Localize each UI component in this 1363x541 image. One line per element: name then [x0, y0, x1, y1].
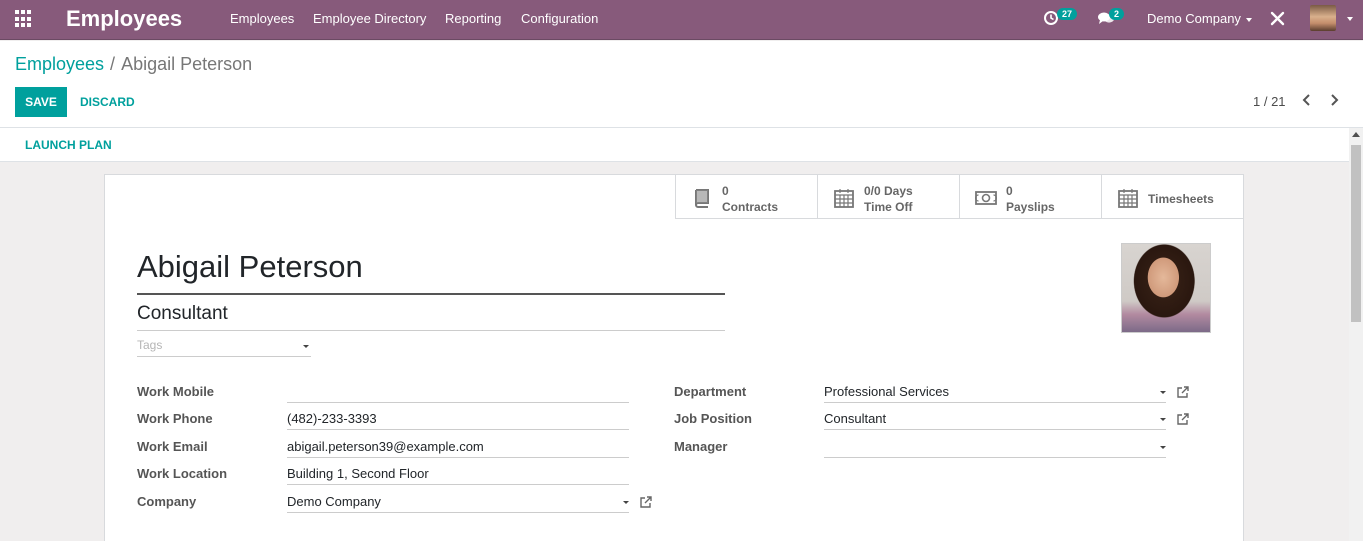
smart-button-box: 0 Contracts 0/0 Days Time Off 0 Payslips…	[675, 175, 1244, 219]
menu-configuration[interactable]: Configuration	[521, 11, 598, 26]
company-value: Demo Company	[287, 494, 381, 509]
company-switcher[interactable]: Demo Company	[1147, 11, 1252, 26]
chevron-left-icon	[1302, 94, 1310, 106]
pager-previous-button[interactable]	[1298, 90, 1316, 110]
user-avatar[interactable]	[1310, 5, 1336, 31]
messages-badge: 2	[1109, 8, 1125, 20]
chevron-down-icon	[303, 345, 309, 348]
debug-tools-button[interactable]	[1270, 11, 1285, 29]
tags-placeholder: Tags	[137, 338, 163, 352]
scroll-thumb[interactable]	[1351, 145, 1361, 322]
chevron-down-icon[interactable]	[1160, 446, 1166, 449]
breadcrumb-current: Abigail Peterson	[121, 54, 253, 74]
user-menu-chevron-icon[interactable]	[1347, 17, 1353, 21]
chevron-down-icon[interactable]	[1160, 391, 1166, 394]
menu-employees[interactable]: Employees	[230, 11, 294, 26]
activity-badge: 27	[1057, 8, 1078, 20]
work-phone-input[interactable]: (482)-233-3393	[287, 408, 629, 430]
page-scrollbar[interactable]	[1349, 128, 1363, 541]
department-label: Department	[674, 384, 747, 399]
department-select[interactable]: Professional Services	[824, 381, 1166, 403]
job-position-label: Job Position	[674, 411, 752, 426]
payslips-label: Payslips	[1006, 200, 1055, 214]
company-select[interactable]: Demo Company	[287, 491, 629, 513]
scroll-up-arrow-icon[interactable]	[1352, 132, 1360, 137]
employee-name-field[interactable]: Abigail Peterson	[137, 249, 725, 295]
chevron-down-icon	[1245, 17, 1252, 22]
work-mobile-label: Work Mobile	[137, 384, 215, 399]
department-value: Professional Services	[824, 384, 949, 399]
money-icon	[974, 187, 998, 209]
form-statusbar: LAUNCH PLAN	[0, 128, 1349, 162]
breadcrumb-separator: /	[110, 54, 116, 74]
department-external-link-icon[interactable]	[1176, 385, 1190, 399]
time-off-label: Time Off	[864, 200, 913, 214]
book-icon	[691, 187, 713, 209]
app-title[interactable]: Employees	[66, 6, 182, 32]
job-title-field[interactable]: Consultant	[137, 303, 725, 331]
menu-reporting[interactable]: Reporting	[445, 11, 501, 26]
chevron-right-icon	[1331, 94, 1339, 106]
contracts-count: 0	[722, 184, 729, 198]
top-navbar: Employees Employees Employee Directory R…	[0, 0, 1363, 40]
manager-label: Manager	[674, 439, 728, 454]
payslips-button[interactable]: 0 Payslips	[959, 175, 1101, 219]
time-off-button[interactable]: 0/0 Days Time Off	[817, 175, 959, 219]
tools-icon	[1270, 11, 1285, 26]
tags-field[interactable]: Tags	[137, 338, 311, 357]
timesheets-label: Timesheets	[1148, 192, 1214, 206]
timesheets-button[interactable]: Timesheets	[1101, 175, 1243, 219]
calendar-icon	[1117, 187, 1139, 209]
discard-button[interactable]: DISCARD	[80, 87, 135, 117]
pager-next-button[interactable]	[1325, 90, 1343, 110]
form-sheet: 0 Contracts 0/0 Days Time Off 0 Payslips…	[104, 174, 1244, 541]
breadcrumb: Employees / Abigail Peterson	[15, 54, 252, 75]
apps-menu-icon[interactable]	[15, 10, 33, 28]
payslips-count: 0	[1006, 184, 1013, 198]
menu-employee-directory[interactable]: Employee Directory	[313, 11, 426, 26]
pager-value[interactable]: 1 / 21	[1253, 94, 1286, 109]
work-email-input[interactable]: abigail.peterson39@example.com	[287, 436, 629, 458]
job-position-select[interactable]: Consultant	[824, 408, 1166, 430]
messages-button[interactable]: 2	[1097, 8, 1125, 29]
control-panel: Employees / Abigail Peterson SAVE DISCARD …	[0, 41, 1363, 128]
activity-button[interactable]: 27	[1043, 8, 1078, 29]
work-location-input[interactable]: Building 1, Second Floor	[287, 463, 629, 485]
breadcrumb-parent[interactable]: Employees	[15, 54, 104, 74]
company-label: Company	[137, 494, 197, 509]
manager-select[interactable]	[824, 436, 1166, 458]
work-phone-label: Work Phone	[137, 411, 213, 426]
time-off-days: 0/0 Days	[864, 184, 913, 198]
company-external-link-icon[interactable]	[639, 495, 653, 509]
job-position-external-link-icon[interactable]	[1176, 412, 1190, 426]
work-location-label: Work Location	[137, 466, 228, 481]
contracts-button[interactable]: 0 Contracts	[675, 175, 817, 219]
company-name: Demo Company	[1147, 11, 1241, 26]
contracts-label: Contracts	[722, 200, 779, 214]
launch-plan-button[interactable]: LAUNCH PLAN	[25, 138, 112, 152]
chevron-down-icon[interactable]	[1160, 418, 1166, 421]
calendar-icon	[833, 187, 855, 209]
job-position-value: Consultant	[824, 411, 887, 426]
work-email-label: Work Email	[137, 439, 208, 454]
employee-photo[interactable]	[1121, 243, 1211, 333]
chevron-down-icon[interactable]	[623, 501, 629, 504]
save-button[interactable]: SAVE	[15, 87, 67, 117]
work-mobile-input[interactable]	[287, 381, 629, 403]
